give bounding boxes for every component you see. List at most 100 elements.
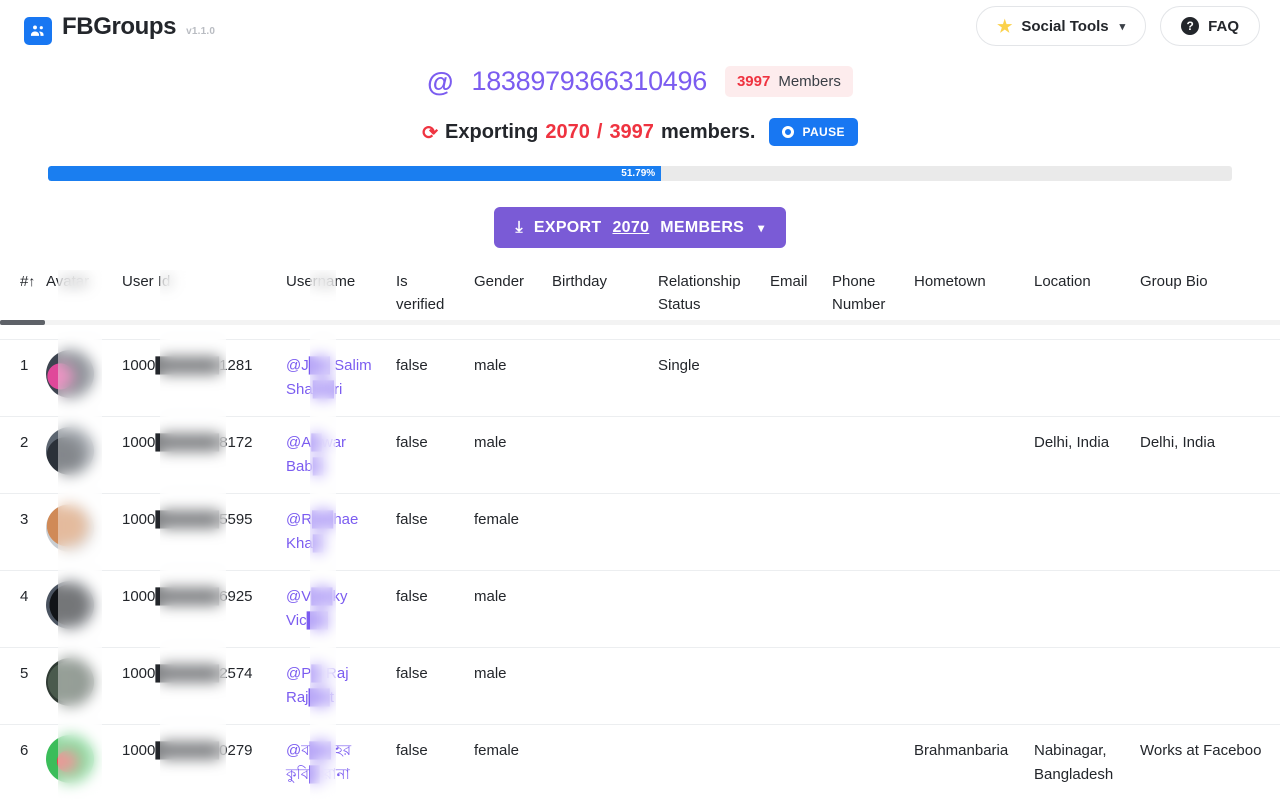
app-version: v1.1.0 bbox=[186, 26, 216, 37]
table-row[interactable]: 5 1000██████2574 @P█ Raj Raj██t false male bbox=[0, 647, 1280, 724]
export-status-text: ⟳ Exporting 2070 / 3997 members. bbox=[422, 121, 755, 144]
export-action-row: ⤓ EXPORT 2070 MEMBERS ▾ bbox=[0, 207, 1280, 248]
column-header-hometown[interactable]: Hometown bbox=[904, 270, 1024, 339]
cell-location: Delhi, India bbox=[1034, 433, 1110, 451]
username-link[interactable]: @J██ Salim Sha██ri bbox=[286, 357, 372, 398]
export-separator: / bbox=[596, 120, 603, 143]
cell-avatar bbox=[46, 724, 112, 800]
cell-user-id: 1000██████6925 bbox=[122, 587, 253, 605]
chevron-down-icon: ▾ bbox=[1119, 20, 1126, 33]
table-row[interactable]: 3 1000██████5595 @R██hae Kha█ false female bbox=[0, 493, 1280, 570]
table-row[interactable]: 6 1000██████0279 @ব██ হর কুবি█ রানা false fe… bbox=[0, 724, 1280, 800]
social-tools-button[interactable]: ★ Social Tools ▾ bbox=[976, 6, 1147, 46]
export-members-button[interactable]: ⤓ EXPORT 2070 MEMBERS ▾ bbox=[493, 207, 787, 248]
cell-gender: female bbox=[474, 741, 520, 759]
cell-user-id: 1000██████8172 bbox=[122, 433, 253, 451]
cell-hometown: Brahmanbaria bbox=[914, 741, 1009, 759]
column-header-is-verified[interactable]: Is verified bbox=[386, 270, 464, 339]
column-header-email[interactable]: Email bbox=[760, 270, 822, 339]
chevron-down-icon: ▾ bbox=[758, 220, 765, 235]
table-row[interactable]: 1 1000██████1281 @J██ Salim Sha██ri false ma… bbox=[0, 339, 1280, 416]
username-link[interactable]: @A█war Bab█ bbox=[286, 434, 346, 475]
cell-location bbox=[1024, 339, 1130, 416]
sort-ascending-icon: ↑ bbox=[28, 273, 36, 289]
cell-email bbox=[760, 724, 822, 800]
cell-relationship-status bbox=[648, 724, 760, 800]
column-header-username[interactable]: Username bbox=[276, 270, 386, 339]
avatar[interactable] bbox=[46, 426, 94, 475]
faq-label: FAQ bbox=[1208, 17, 1239, 35]
exporting-prefix: Exporting bbox=[445, 120, 539, 143]
members-table-container[interactable]: #↑ Avatar User Id Username Is verified G… bbox=[0, 270, 1280, 800]
username-link[interactable]: @P█ Raj Raj██t bbox=[286, 665, 349, 706]
cell-user-id: 1000██████1281 bbox=[122, 356, 253, 374]
cell-user-id: 1000██████0279 bbox=[122, 741, 253, 759]
cell-index: 5 bbox=[20, 664, 29, 682]
cell-birthday bbox=[542, 416, 648, 493]
cell-hometown bbox=[904, 570, 1024, 647]
header-actions: ★ Social Tools ▾ ? FAQ bbox=[976, 6, 1260, 46]
cell-phone-number bbox=[822, 339, 904, 416]
cell-hometown bbox=[904, 493, 1024, 570]
avatar[interactable] bbox=[46, 734, 94, 783]
cell-gender: male bbox=[474, 664, 507, 682]
social-tools-label: Social Tools bbox=[1021, 17, 1109, 35]
column-header-avatar[interactable]: Avatar bbox=[46, 270, 112, 339]
horizontal-scrollbar[interactable] bbox=[0, 320, 1280, 325]
export-button-count: 2070 bbox=[612, 218, 650, 236]
username-link[interactable]: @ব██ হর কুবি█ রানা bbox=[286, 742, 351, 783]
username-link[interactable]: @V██ky Vic██ bbox=[286, 588, 348, 629]
cell-avatar bbox=[46, 647, 112, 724]
table-row[interactable]: 2 1000██████8172 @A█war Bab█ false male Delhi… bbox=[0, 416, 1280, 493]
column-header-birthday[interactable]: Birthday bbox=[542, 270, 648, 339]
cell-relationship-status: Single bbox=[658, 356, 700, 374]
cell-birthday bbox=[542, 724, 648, 800]
cell-relationship-status bbox=[648, 570, 760, 647]
cell-birthday bbox=[542, 493, 648, 570]
cell-username: @P█ Raj Raj██t bbox=[276, 647, 386, 724]
cell-group-bio bbox=[1130, 339, 1280, 416]
column-header-gender[interactable]: Gender bbox=[464, 270, 542, 339]
cell-index: 2 bbox=[20, 433, 29, 451]
username-link[interactable]: @R██hae Kha█ bbox=[286, 511, 358, 552]
avatar[interactable] bbox=[46, 503, 94, 552]
column-header-phone[interactable]: Phone Number bbox=[822, 270, 904, 339]
faq-button[interactable]: ? FAQ bbox=[1160, 6, 1260, 46]
cell-birthday bbox=[542, 339, 648, 416]
at-symbol-icon: @ bbox=[427, 67, 454, 97]
cell-avatar bbox=[46, 339, 112, 416]
pause-circle-icon bbox=[782, 126, 795, 138]
avatar[interactable] bbox=[46, 580, 94, 629]
cell-location bbox=[1024, 570, 1130, 647]
cell-relationship-status bbox=[648, 647, 760, 724]
cell-relationship-status bbox=[648, 493, 760, 570]
column-header-user-id[interactable]: User Id bbox=[112, 270, 276, 339]
people-group-icon bbox=[24, 17, 52, 45]
cell-gender: male bbox=[474, 356, 507, 374]
cell-email bbox=[760, 647, 822, 724]
cell-birthday bbox=[542, 570, 648, 647]
table-header-row: #↑ Avatar User Id Username Is verified G… bbox=[0, 270, 1280, 339]
avatar[interactable] bbox=[46, 349, 94, 398]
table-row[interactable]: 4 1000██████6925 @V██ky Vic██ false male bbox=[0, 570, 1280, 647]
column-header-relationship[interactable]: Relationship Status bbox=[648, 270, 760, 339]
cell-location bbox=[1024, 647, 1130, 724]
cell-birthday bbox=[542, 647, 648, 724]
sync-refresh-icon: ⟳ bbox=[422, 122, 439, 144]
member-count-badge: 3997 Members bbox=[724, 66, 853, 97]
column-header-index[interactable]: #↑ bbox=[0, 270, 46, 339]
member-count-value: 3997 bbox=[736, 73, 771, 90]
avatar[interactable] bbox=[46, 657, 94, 706]
horizontal-scrollbar-thumb[interactable] bbox=[0, 320, 45, 325]
pause-label: PAUSE bbox=[802, 125, 845, 139]
cell-user-id: 1000██████2574 bbox=[122, 664, 253, 682]
export-progress-bar: 51.79% bbox=[48, 166, 1232, 181]
exporting-suffix: members. bbox=[660, 120, 756, 143]
cell-gender: female bbox=[474, 510, 520, 528]
cell-phone-number bbox=[822, 724, 904, 800]
pause-button[interactable]: PAUSE bbox=[769, 118, 858, 146]
column-header-location[interactable]: Location bbox=[1024, 270, 1130, 339]
column-header-group-bio[interactable]: Group Bio bbox=[1130, 270, 1280, 339]
cell-hometown bbox=[904, 339, 1024, 416]
cell-index: 4 bbox=[20, 587, 29, 605]
